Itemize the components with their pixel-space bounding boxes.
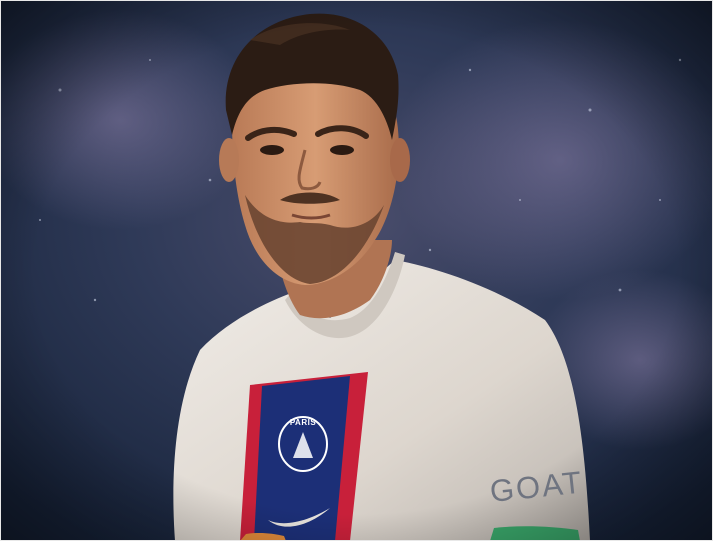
portrait-photo: PARIS GOAT xyxy=(0,0,713,541)
photo-vignette xyxy=(0,0,713,541)
photo-canvas xyxy=(0,0,713,541)
crest-label: PARIS xyxy=(289,418,317,427)
